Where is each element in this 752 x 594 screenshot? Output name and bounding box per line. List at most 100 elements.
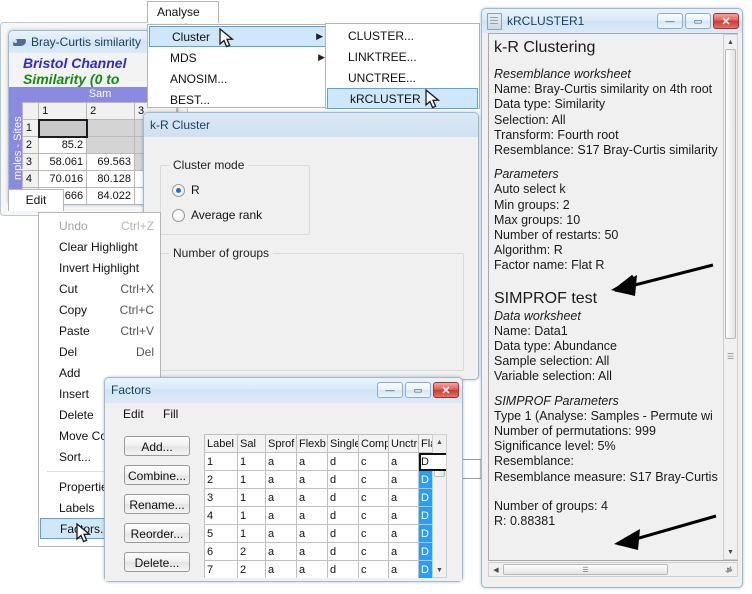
factors-cell[interactable]: 5 (204, 524, 238, 543)
factors-cell[interactable]: a (265, 524, 297, 543)
factors-cell[interactable]: a (388, 452, 419, 471)
factors-cell[interactable]: a (388, 506, 419, 525)
table-row[interactable]: 1 1 a a d c a D (204, 452, 446, 471)
factors-col-header-unctr[interactable]: Unctr (388, 434, 419, 453)
factors-cell[interactable]: 1 (237, 470, 266, 489)
factors-cell[interactable]: d (327, 560, 359, 578)
factors-cell[interactable]: c (358, 560, 389, 578)
worksheet-cell[interactable]: 70.016 (38, 170, 88, 188)
factors-dialog[interactable]: Factors — ▭ ✕ Edit Fill Add... Combine..… (104, 377, 463, 582)
scrollbar-thumb[interactable] (725, 49, 736, 339)
kr-cluster-dialog[interactable]: k-R Cluster Cluster mode R Average rank … (143, 112, 631, 479)
factors-cell[interactable]: 2 (237, 560, 266, 578)
factors-cell[interactable]: a (296, 470, 328, 489)
factors-cell[interactable]: d (327, 506, 359, 525)
factors-cell[interactable]: a (296, 524, 328, 543)
reorder-factor-button[interactable]: Reorder... (124, 523, 190, 543)
delete-factor-button[interactable]: Delete... (124, 552, 190, 572)
factors-cell[interactable]: 1 (204, 452, 238, 471)
factors-cell[interactable]: a (296, 542, 328, 561)
factors-cell[interactable]: c (358, 506, 389, 525)
factors-cell[interactable]: d (327, 470, 359, 489)
menu-tab-edit[interactable]: Edit (8, 189, 64, 211)
scrollbar-track[interactable]: ☰ (724, 49, 737, 545)
table-row[interactable]: 4 1 a a d c a D (204, 506, 446, 525)
factors-cell[interactable]: 7 (204, 560, 238, 578)
menu-item-unctree[interactable]: UNCTREE... (326, 67, 479, 88)
radio-cluster-mode-r[interactable]: R (172, 183, 200, 197)
factors-cell[interactable]: 2 (237, 542, 266, 561)
factors-cell[interactable]: a (296, 560, 328, 578)
factors-cell[interactable]: d (327, 452, 359, 471)
factors-cell[interactable]: a (265, 452, 297, 471)
menu-item-clear-highlight[interactable]: Clear Highlight (39, 236, 160, 257)
table-row[interactable]: 5 1 a a d c a D (204, 524, 446, 543)
factors-cell[interactable]: a (265, 470, 297, 489)
menu-item-copy[interactable]: Copy Ctrl+C (39, 299, 160, 320)
worksheet-cell[interactable]: 62.666 (87, 205, 135, 206)
maximize-button[interactable]: ▭ (405, 382, 431, 398)
minimize-button[interactable]: — (377, 382, 403, 398)
factors-cell[interactable]: 2 (204, 470, 238, 489)
factors-col-header-sprof[interactable]: Sprof (265, 434, 297, 453)
cluster-submenu-panel[interactable]: CLUSTER... LINKTREE... UNCTREE... kRCLUS… (325, 23, 480, 109)
scrollbar-track[interactable]: ☰ (503, 563, 723, 576)
factors-col-header-flexb[interactable]: Flexb (296, 434, 328, 453)
results-vertical-scrollbar[interactable]: ▲ ☰ ▼ (723, 34, 738, 560)
factors-col-header-sal[interactable]: Sal (237, 434, 266, 453)
radio-cluster-mode-average-rank[interactable]: Average rank (172, 208, 262, 222)
menu-tab-analyse[interactable]: Analyse (147, 1, 219, 23)
factors-cell[interactable]: d (327, 542, 359, 561)
resize-grip-icon[interactable]: ◢ (725, 564, 731, 573)
scroll-down-icon[interactable]: ▼ (724, 545, 737, 559)
factors-cell[interactable]: a (265, 506, 297, 525)
worksheet-cell[interactable]: 80.128 (86, 170, 136, 188)
factors-cell[interactable]: a (265, 560, 297, 578)
table-row[interactable]: 2 1 a a d c a D (204, 470, 446, 489)
menu-item-best[interactable]: BEST... (148, 89, 331, 110)
factors-cell[interactable]: c (358, 470, 389, 489)
results-horizontal-scrollbar[interactable]: ◀ ☰ ▶ (488, 562, 738, 577)
factors-col-header-label[interactable]: Label (204, 434, 238, 453)
table-row[interactable]: 7 2 a a d c a D (204, 560, 446, 578)
factors-menu-edit[interactable]: Edit (123, 407, 144, 421)
factors-cell[interactable]: 4 (204, 506, 238, 525)
worksheet-row-header[interactable]: 3 (21, 153, 40, 171)
worksheet-col-header[interactable]: 2 (86, 102, 136, 120)
worksheet-cell[interactable] (86, 119, 136, 137)
analyse-menu-panel[interactable]: Cluster ▶ MDS ▶ ANOSIM... BEST... (147, 24, 332, 108)
worksheet-row-header[interactable]: 2 (21, 136, 40, 154)
minimize-button[interactable]: — (657, 13, 683, 29)
factors-table[interactable]: Label Sal Sprof Flexb Single Comp Unctr … (204, 434, 446, 578)
factors-cell[interactable]: 1 (237, 524, 266, 543)
factors-cell[interactable]: a (296, 506, 328, 525)
menu-item-paste[interactable]: Paste Ctrl+V (39, 320, 160, 341)
factors-cell[interactable]: d (327, 524, 359, 543)
scroll-down-icon[interactable]: ▼ (433, 563, 446, 577)
factors-table-container[interactable]: Label Sal Sprof Flexb Single Comp Unctr … (204, 434, 446, 578)
menu-item-krcluster[interactable]: kRCLUSTER (327, 88, 478, 109)
menu-item-cluster[interactable]: Cluster ▶ (149, 26, 330, 47)
worksheet-col-header[interactable]: 1 (38, 102, 88, 120)
factors-cell[interactable]: a (296, 452, 328, 471)
factors-cell[interactable]: a (265, 542, 297, 561)
factors-cell[interactable]: d (327, 488, 359, 507)
factors-cell[interactable]: 3 (204, 488, 238, 507)
combine-factor-button[interactable]: Combine... (124, 465, 190, 485)
menu-item-cut[interactable]: Cut Ctrl+X (39, 278, 160, 299)
krcluster-results-window[interactable]: kRCLUSTER1 — ▭ ✕ k-R Clustering Resembla… (481, 8, 743, 588)
worksheet-row-header[interactable]: 4 (21, 170, 40, 188)
rename-factor-button[interactable]: Rename... (124, 494, 190, 514)
factors-cell[interactable]: a (388, 524, 419, 543)
menu-item-cluster-analysis[interactable]: CLUSTER... (326, 25, 479, 46)
worksheet-cell[interactable]: 58.061 (38, 153, 88, 171)
factors-cell[interactable]: c (358, 452, 389, 471)
menu-item-anosim[interactable]: ANOSIM... (148, 68, 331, 89)
worksheet-cell-selected[interactable] (37, 118, 88, 138)
worksheet-cell[interactable]: 69.563 (86, 153, 136, 171)
factors-menu-fill[interactable]: Fill (163, 407, 178, 421)
menu-item-invert-highlight[interactable]: Invert Highlight (39, 257, 160, 278)
factors-cell[interactable]: 6 (204, 542, 238, 561)
table-row[interactable]: 6 2 a a d c a D (204, 542, 446, 561)
scroll-left-icon[interactable]: ◀ (489, 563, 503, 576)
